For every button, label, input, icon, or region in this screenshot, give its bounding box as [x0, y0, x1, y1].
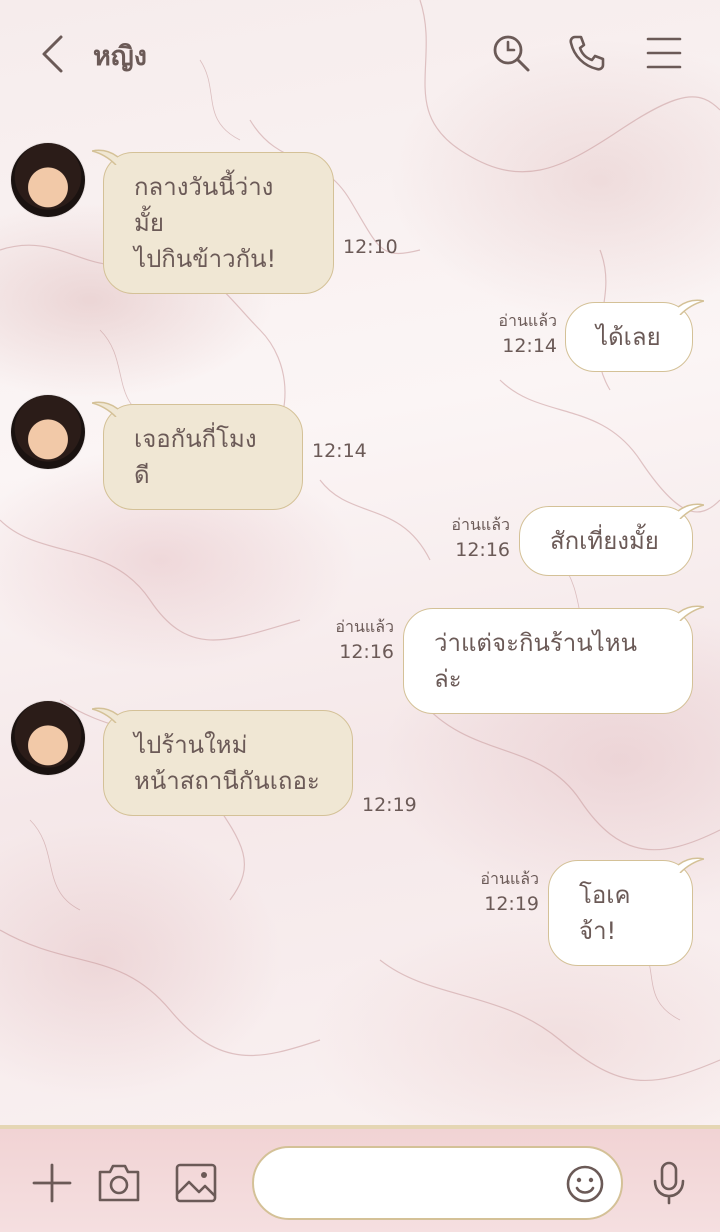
emoji-button[interactable] — [563, 1162, 607, 1206]
message-time: 12:19 — [362, 794, 417, 816]
chat-title: หญิง — [93, 41, 147, 72]
message-time: 12:14 — [312, 440, 367, 462]
message-text: ได้เลย — [596, 323, 661, 351]
menu-icon — [646, 37, 682, 69]
chevron-left-icon — [42, 35, 63, 73]
bubble-tail — [92, 707, 118, 723]
message-bubble-outgoing[interactable]: ได้เลย — [565, 299, 704, 372]
avatar[interactable] — [11, 143, 85, 217]
avatar[interactable] — [11, 701, 85, 775]
message-composer — [0, 1125, 720, 1232]
message-time: 12:14 — [502, 335, 557, 357]
message-text: เจอกันกี่โมงดี — [134, 425, 257, 489]
message-text: หน้าสถานีกันเถอะ — [134, 767, 320, 795]
message-time: 12:16 — [339, 641, 394, 663]
bubble-tail — [678, 857, 704, 873]
plus-icon — [32, 1163, 72, 1203]
menu-button[interactable] — [641, 30, 687, 76]
message-meta: อ่านแล้ว 12:16 — [335, 616, 394, 666]
read-receipt: อ่านแล้ว — [451, 515, 510, 534]
read-receipt: อ่านแล้ว — [480, 869, 539, 888]
message-text: ไปร้านใหม่ — [134, 731, 248, 759]
camera-icon — [98, 1164, 140, 1202]
search-icon — [493, 35, 530, 72]
message-text: กลางวันนี้ว่างมั้ย — [134, 173, 274, 237]
bubble-tail — [92, 401, 118, 417]
image-icon — [175, 1163, 217, 1203]
bubble-tail — [678, 503, 704, 519]
message-list: กลางวันนี้ว่างมั้ย ไปกินข้าวกัน! 12:10 อ… — [0, 108, 720, 1125]
emoji-icon — [566, 1165, 604, 1203]
message-bubble-outgoing[interactable]: ว่าแต่จะกินร้านไหนล่ะ — [403, 605, 704, 714]
message-bubble-incoming[interactable]: เจอกันกี่โมงดี — [92, 401, 303, 510]
message-meta: อ่านแล้ว 12:19 — [480, 868, 539, 918]
bubble-tail — [678, 605, 704, 621]
message-input-wrapper — [252, 1146, 623, 1220]
message-text: สักเที่ยงมั้ย — [550, 527, 659, 555]
back-button[interactable] — [32, 30, 72, 78]
message-time: 12:19 — [484, 893, 539, 915]
chat-header: หญิง — [0, 0, 720, 108]
microphone-icon — [653, 1161, 685, 1205]
message-meta: อ่านแล้ว 12:14 — [498, 310, 557, 360]
bubble-tail — [92, 149, 118, 165]
call-button[interactable] — [564, 30, 610, 76]
phone-icon — [569, 35, 605, 71]
message-input[interactable] — [278, 1164, 558, 1204]
read-receipt: อ่านแล้ว — [335, 617, 394, 636]
message-bubble-incoming[interactable]: ไปร้านใหม่ หน้าสถานีกันเถอะ — [92, 707, 353, 816]
add-button[interactable] — [28, 1159, 76, 1207]
read-receipt: อ่านแล้ว — [498, 311, 557, 330]
message-bubble-outgoing[interactable]: สักเที่ยงมั้ย — [519, 503, 704, 576]
bubble-tail — [678, 299, 704, 315]
message-text: ไปกินข้าวกัน! — [134, 245, 277, 273]
camera-button[interactable] — [95, 1159, 143, 1207]
avatar[interactable] — [11, 395, 85, 469]
gallery-button[interactable] — [172, 1159, 220, 1207]
search-button[interactable] — [488, 30, 534, 76]
voice-button[interactable] — [645, 1159, 693, 1207]
message-time: 12:16 — [455, 539, 510, 561]
message-bubble-outgoing[interactable]: โอเคจ้า! — [548, 857, 704, 966]
message-time: 12:10 — [343, 236, 398, 258]
message-bubble-incoming[interactable]: กลางวันนี้ว่างมั้ย ไปกินข้าวกัน! — [92, 149, 334, 294]
message-text: ว่าแต่จะกินร้านไหนล่ะ — [434, 629, 637, 693]
message-text: โอเคจ้า! — [579, 881, 631, 945]
message-meta: อ่านแล้ว 12:16 — [451, 514, 510, 564]
